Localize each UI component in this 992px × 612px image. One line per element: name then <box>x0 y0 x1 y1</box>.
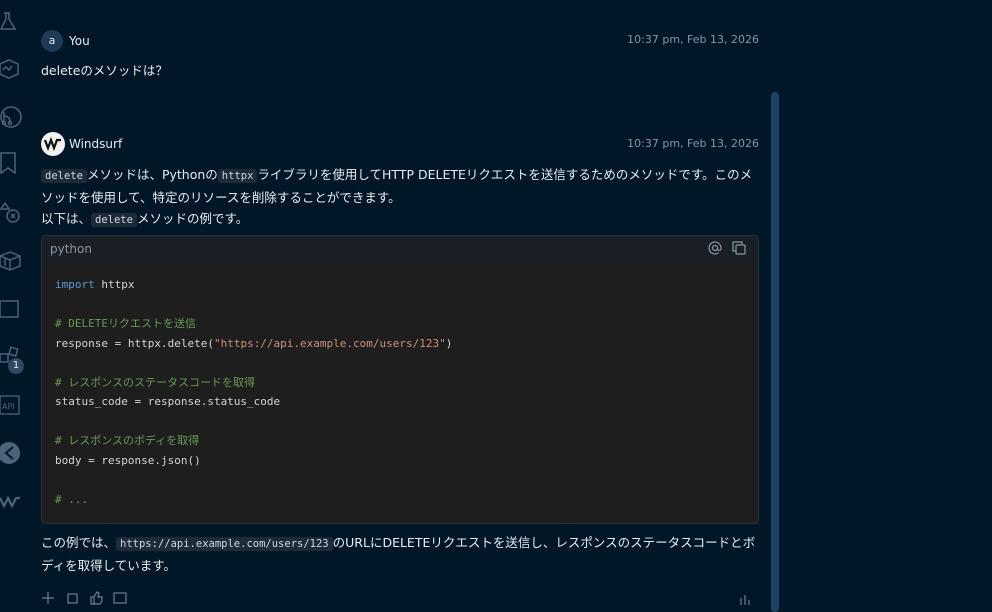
mention-icon[interactable] <box>708 241 722 255</box>
feedback-icon[interactable] <box>738 591 752 605</box>
flask-icon[interactable] <box>0 10 22 32</box>
inline-code: delete <box>41 169 87 183</box>
paragraph-text: メソッドの例です。 <box>136 211 249 226</box>
thumbs-up-icon[interactable] <box>89 591 103 605</box>
activity-sidebar: 1 API <box>0 0 24 600</box>
assistant-message-header: Windsurf <box>41 132 122 156</box>
paragraph-text: メソッドは、Pythonの <box>86 167 218 182</box>
windsurf-icon[interactable] <box>0 490 22 512</box>
copy-icon[interactable] <box>732 241 746 255</box>
inline-code: delete <box>91 213 137 227</box>
code-line: response = httpx.delete("https://api.exa… <box>55 336 453 350</box>
code-line: import httpx <box>55 278 135 291</box>
code-line: # ... <box>55 492 89 506</box>
code-line: body = response.json() <box>55 453 201 467</box>
author-name: You <box>69 34 90 48</box>
package-icon[interactable] <box>0 250 22 272</box>
window-icon[interactable] <box>0 298 22 320</box>
extensions-badge: 1 <box>8 358 24 374</box>
sparkle-icon[interactable] <box>41 591 55 605</box>
code-line: status_code = response.status_code <box>55 395 281 408</box>
bookmark-icon[interactable] <box>0 152 22 174</box>
inline-code: httpx <box>217 169 258 183</box>
copy-icon[interactable] <box>65 591 79 605</box>
windsurf-logo-icon <box>41 132 65 156</box>
message-timestamp: 10:37 pm, Feb 13, 2026 <box>627 33 759 46</box>
user-message-text: deleteのメソッドは？ <box>41 63 168 78</box>
code-line: # DELETEリクエストを送信 <box>55 317 196 330</box>
message-timestamp: 10:37 pm, Feb 13, 2026 <box>627 137 759 150</box>
assistant-paragraph: delete メソッドは、Pythonの httpx ライブラリを使用してHTTP D… <box>41 164 759 231</box>
code-line: # レスポンスのステータスコードを取得 <box>55 375 256 389</box>
code-block: python import httpx # DELETEリクエストを送信 res… <box>41 235 759 524</box>
test-icon[interactable] <box>0 442 22 464</box>
code-line: # レスポンスのボディを取得 <box>55 434 200 447</box>
scrollbar[interactable] <box>771 92 779 612</box>
author-name: Windsurf <box>69 137 123 151</box>
message-actions <box>41 591 127 605</box>
insert-icon[interactable] <box>113 591 127 605</box>
activity-icon[interactable] <box>0 58 22 80</box>
svg-text:API: API <box>2 402 15 411</box>
git-branch-icon[interactable] <box>0 106 22 128</box>
code-language: python <box>50 242 92 256</box>
deploy-icon[interactable] <box>0 202 22 224</box>
user-message-header: a You <box>41 29 90 53</box>
api-icon[interactable]: API <box>0 394 22 416</box>
code-content[interactable]: import httpx # DELETEリクエストを送信 response =… <box>42 263 758 523</box>
avatar: a <box>41 30 63 52</box>
assistant-paragraph: この例では、 https://api.example.com/users/123 の… <box>41 532 759 576</box>
paragraph-text: 以下は、 <box>41 211 92 226</box>
inline-code: https://api.example.com/users/123 <box>116 537 333 551</box>
code-block-header: python <box>42 236 758 263</box>
paragraph-text: この例では、 <box>41 535 117 550</box>
